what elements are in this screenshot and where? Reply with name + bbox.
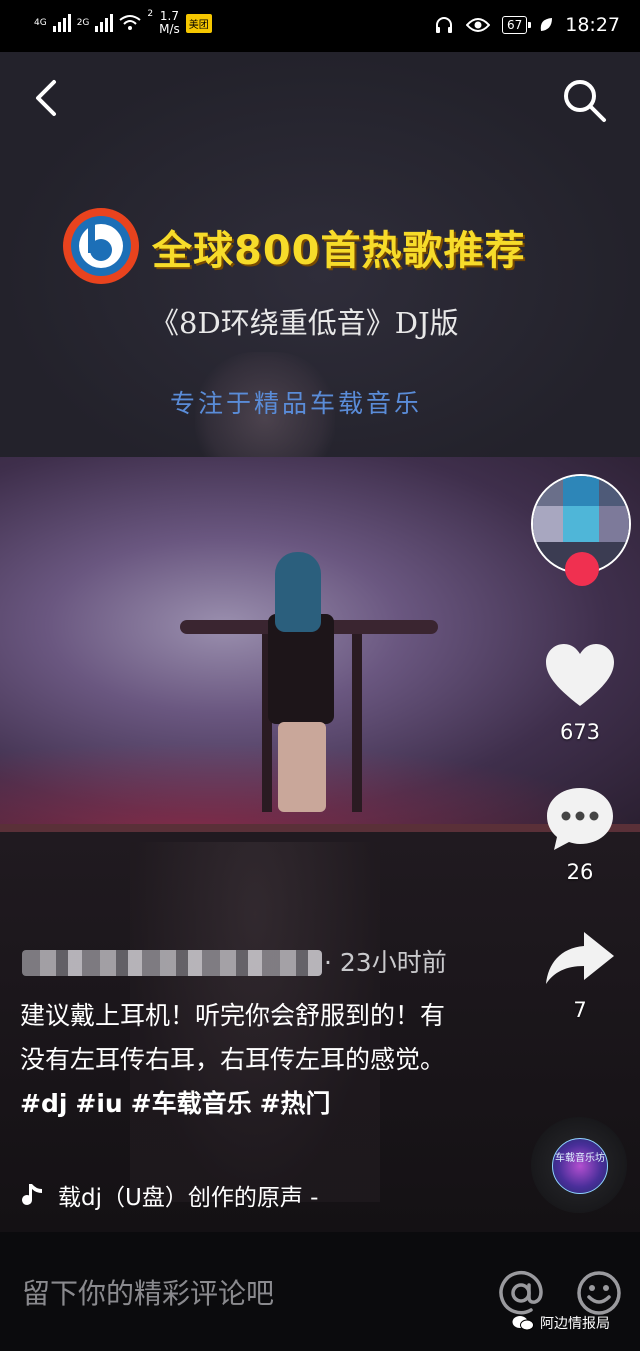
sound-title: 载dj（U盘）创作的原声 - xyxy=(58,1185,319,1211)
speed-unit: M/s xyxy=(159,22,180,36)
mention-icon[interactable] xyxy=(498,1270,544,1316)
comment-bar: 留下你的精彩评论吧 xyxy=(0,1232,640,1351)
comment-icon[interactable] xyxy=(544,784,616,854)
wifi-icon xyxy=(119,15,142,30)
watermark: 阿边情报局 xyxy=(512,1313,610,1333)
status-bar: 4G 2G 2 1.7 M/s 美团 67 18:27 xyxy=(0,0,640,52)
music-disc[interactable]: 车载音乐坊 xyxy=(531,1117,627,1213)
headphones-icon xyxy=(435,17,452,33)
back-arrow-icon[interactable] xyxy=(30,76,66,120)
hashtag-car-music[interactable]: #车载音乐 xyxy=(131,1089,252,1118)
video-slogan-text: 专注于精品车载音乐 xyxy=(170,389,423,418)
music-logo-icon xyxy=(63,208,139,284)
like-count: 673 xyxy=(559,720,601,744)
author-name-blurred[interactable] xyxy=(22,950,322,976)
comment-count: 26 xyxy=(566,860,594,884)
network-speed: 1.7 M/s xyxy=(159,10,180,36)
emoji-icon[interactable] xyxy=(576,1270,622,1316)
disc-cover: 车载音乐坊 xyxy=(552,1138,608,1194)
eye-icon xyxy=(465,18,490,32)
share-icon[interactable] xyxy=(544,928,616,988)
network-type-2: 2G xyxy=(76,17,90,28)
hashtag-dj[interactable]: #dj xyxy=(20,1089,67,1118)
hashtag-iu[interactable]: #iu xyxy=(75,1089,122,1118)
signal-icon-2 xyxy=(95,14,114,32)
share-count: 7 xyxy=(573,998,587,1022)
follow-button[interactable] xyxy=(565,552,599,586)
comment-input[interactable]: 留下你的精彩评论吧 xyxy=(22,1272,274,1312)
leaf-icon xyxy=(540,18,553,31)
music-note-icon xyxy=(22,1184,42,1205)
video-title-text: 全球800首热歌推荐 xyxy=(152,228,526,274)
post-time: · 23小时前 xyxy=(324,948,447,977)
caption-text: 建议戴上耳机！听完你会舒服到的！有没有左耳传右耳，右耳传左耳的感觉。 xyxy=(20,1001,446,1074)
wechat-icon xyxy=(512,1316,534,1331)
heart-icon[interactable] xyxy=(544,642,616,712)
disc-label: 车载音乐坊 xyxy=(555,1153,605,1164)
wifi-badge: 2 xyxy=(147,9,154,19)
network-type-1: 4G xyxy=(34,17,47,28)
video-subtitle-text: 《8D环绕重低音》DJ版 xyxy=(150,306,459,340)
video-singer-figure xyxy=(180,552,440,852)
post-caption: 建议戴上耳机！听完你会舒服到的！有没有左耳传右耳，右耳传左耳的感觉。 #dj #… xyxy=(20,994,460,1126)
search-icon[interactable] xyxy=(560,76,608,124)
battery-indicator: 67 xyxy=(501,16,532,34)
watermark-text: 阿边情报局 xyxy=(540,1316,610,1332)
clock: 18:27 xyxy=(565,14,620,36)
signal-icon xyxy=(52,14,71,32)
sound-link[interactable]: 载dj（U盘）创作的原声 - xyxy=(20,1178,318,1212)
app-notification-badge: 美团 xyxy=(185,13,212,33)
hashtag-trending[interactable]: #热门 xyxy=(260,1089,331,1118)
